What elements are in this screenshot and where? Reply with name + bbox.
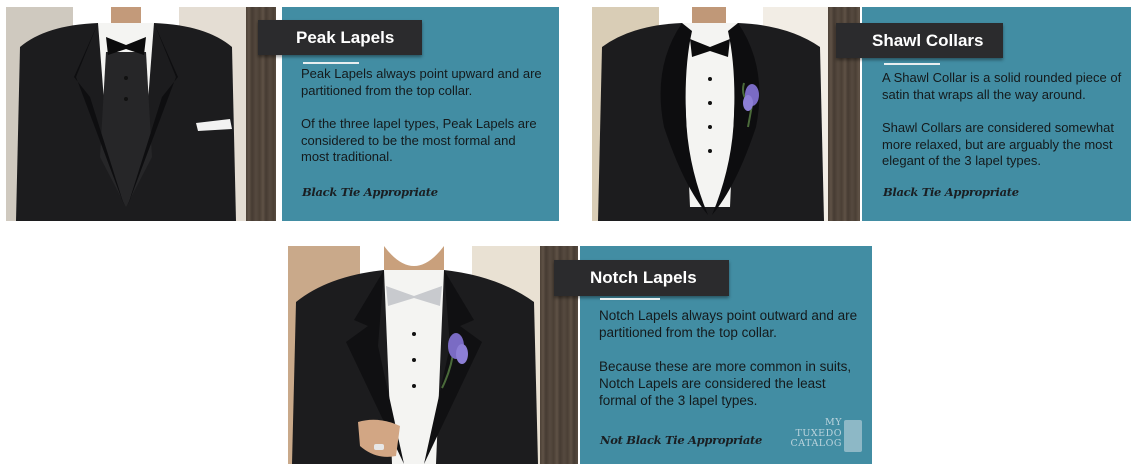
title-underline [884,63,940,65]
logo-line: MY [825,417,842,428]
title-underline [303,62,359,64]
logo-line: CATALOG [790,438,842,449]
card-title: Shawl Collars [836,23,1003,58]
my-tuxedo-catalog-logo: MY TUXEDO CATALOG [764,417,864,460]
peak-lapels-card: Peak Lapels Peak Lapels always point upw… [6,7,559,221]
description-paragraph: Peak Lapels always point upward and are … [301,66,542,98]
description-paragraph: Of the three lapel types, Peak Lapels ar… [301,116,537,164]
notch-lapels-card: Notch Lapels Notch Lapels always point o… [288,246,872,464]
card-title: Peak Lapels [258,20,422,55]
description-paragraph: A Shawl Collar is a solid rounded piece … [882,70,1122,102]
black-tie-note: Black Tie Appropriate [883,185,1019,199]
shawl-collar-photo [592,7,830,221]
notch-lapels-photo [288,246,544,464]
card-description: Peak Lapels always point upward and are … [301,66,547,183]
black-tie-note: Not Black Tie Appropriate [600,433,763,447]
description-paragraph: Because these are more common in suits, … [599,359,852,408]
card-description: Notch Lapels always point outward and ar… [599,307,861,426]
black-tie-note: Black Tie Appropriate [302,185,438,199]
peak-lapels-photo [6,7,246,221]
card-title: Notch Lapels [554,260,729,296]
description-paragraph: Shawl Collars are considered somewhat mo… [882,120,1114,168]
card-description: A Shawl Collar is a solid rounded piece … [882,70,1124,187]
description-paragraph: Notch Lapels always point outward and ar… [599,308,858,340]
title-underline [600,298,660,300]
logo-mark-icon [844,420,862,452]
shawl-collars-card: Shawl Collars A Shawl Collar is a solid … [592,7,1131,221]
logo-wordmark: MY TUXEDO CATALOG [764,417,842,450]
